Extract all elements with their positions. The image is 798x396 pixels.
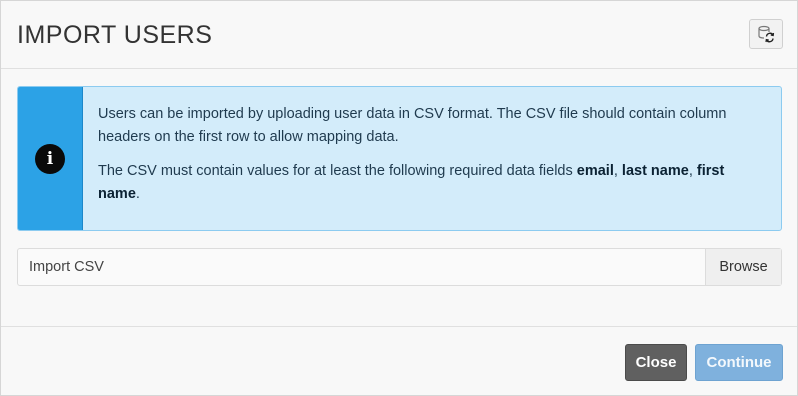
browse-button[interactable]: Browse bbox=[705, 249, 781, 285]
info-message: Users can be imported by uploading user … bbox=[98, 103, 768, 217]
info-icon-glyph: i bbox=[46, 149, 54, 169]
continue-button[interactable]: Continue bbox=[695, 344, 783, 381]
info-sidebar: i bbox=[18, 87, 83, 230]
info-paragraph-2: The CSV must contain values for at least… bbox=[98, 160, 768, 206]
separator: , bbox=[613, 163, 622, 179]
info-alert: i Users can be imported by uploading use… bbox=[17, 86, 782, 231]
info-icon: i bbox=[35, 144, 65, 174]
dialog-title: IMPORT USERS bbox=[17, 21, 213, 49]
import-csv-input[interactable] bbox=[18, 249, 705, 285]
footer-divider bbox=[1, 326, 797, 327]
field-email: email bbox=[576, 163, 614, 179]
separator: , bbox=[688, 163, 697, 179]
import-users-dialog: IMPORT USERS i Users can be imported by … bbox=[0, 0, 798, 396]
dialog-header: IMPORT USERS bbox=[1, 1, 797, 69]
sentence-end: . bbox=[135, 186, 140, 202]
required-fields-intro: The CSV must contain values for at least… bbox=[98, 163, 577, 179]
csv-file-picker: Browse bbox=[17, 248, 782, 286]
field-last-name: last name bbox=[621, 163, 689, 179]
database-refresh-icon bbox=[758, 25, 775, 43]
refresh-button[interactable] bbox=[749, 19, 783, 49]
close-button[interactable]: Close bbox=[625, 344, 687, 381]
info-paragraph-1: Users can be imported by uploading user … bbox=[98, 106, 727, 145]
